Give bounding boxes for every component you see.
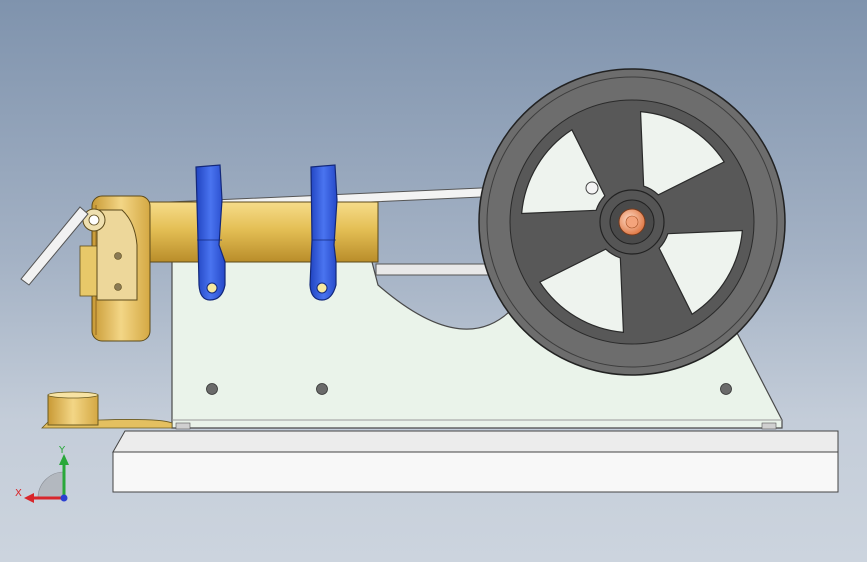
base-block[interactable] bbox=[112, 430, 839, 493]
z-axis-dot bbox=[60, 494, 68, 502]
axis-triad: Y X bbox=[15, 445, 69, 503]
frame-hole bbox=[316, 383, 328, 395]
frame-hole bbox=[720, 383, 732, 395]
crank-pin bbox=[585, 181, 599, 195]
y-axis-label: Y bbox=[58, 445, 66, 456]
cad-3d-viewport[interactable]: Y X bbox=[0, 0, 867, 562]
lever-arm[interactable] bbox=[20, 206, 89, 286]
frame-hole bbox=[206, 383, 218, 395]
bracket-right[interactable] bbox=[309, 164, 338, 301]
brass-fitting[interactable] bbox=[41, 391, 173, 429]
engine-model[interactable]: Y X bbox=[0, 0, 867, 562]
flywheel[interactable] bbox=[478, 68, 786, 376]
x-axis-label: X bbox=[15, 488, 22, 499]
